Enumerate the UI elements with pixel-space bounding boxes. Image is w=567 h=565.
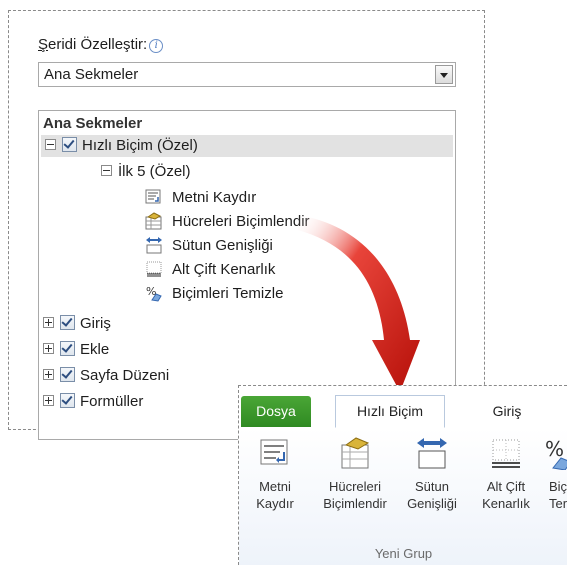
tab-home[interactable]: Giriş [477,396,537,427]
bottom-double-border-icon [492,439,520,468]
column-width-icon [417,438,447,469]
clear-formats-icon: % [545,437,567,470]
ribbon-preview: Dosya Hızlı Biçim Giriş Metni Kaydır Hüc… [238,385,567,565]
tab-file[interactable]: Dosya [241,396,311,427]
ribbon-tab-bar: Dosya Hızlı Biçim Giriş [239,394,567,429]
ribbon-body: Metni Kaydır Hücreleri Biçimlendir Sütun… [239,428,567,565]
column-width-button[interactable]: Sütun Genişliği [401,436,463,536]
svg-text:%: % [545,437,564,461]
clear-formats-button[interactable]: % Biç Ter [543,436,567,536]
tab-quick-format[interactable]: Hızlı Biçim [335,395,445,428]
format-cells-icon [341,437,370,469]
wrap-text-button[interactable]: Metni Kaydır [249,436,301,536]
bottom-double-border-button[interactable]: Alt Çift Kenarlık [473,436,539,536]
format-cells-button[interactable]: Hücreleri Biçimlendir [315,436,395,536]
group-label: Yeni Grup [374,546,433,561]
wrap-text-icon [260,439,288,465]
